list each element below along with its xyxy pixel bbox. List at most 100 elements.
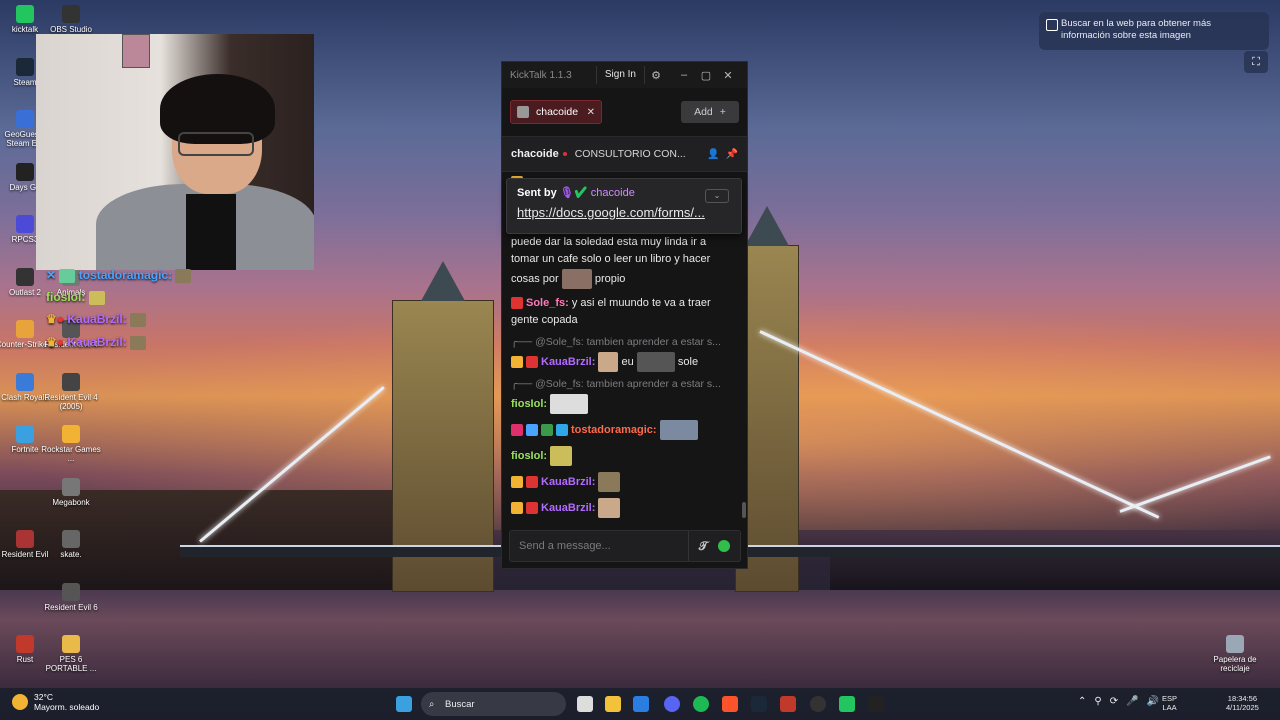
message-text: sole xyxy=(677,355,699,368)
app-icon xyxy=(62,425,80,443)
username[interactable]: KauaBrzil: xyxy=(541,501,595,513)
lang-layout: LAA xyxy=(1162,703,1177,712)
user-icon[interactable]: 👤 xyxy=(707,149,719,160)
maximize-button[interactable]: ▢ xyxy=(695,69,717,82)
mic-icon: 🎙 xyxy=(559,187,574,199)
overlay-chat-line: ✕ tostadoramagic: xyxy=(46,268,192,283)
temperature: 32°C xyxy=(34,692,53,702)
emote-picker-icon[interactable] xyxy=(718,540,730,552)
overlay-chat-line: ♛● KauaBrzil: xyxy=(46,312,147,327)
tab-close-icon[interactable]: ✕ xyxy=(587,107,595,118)
windows-start-icon[interactable] xyxy=(396,696,412,712)
channel-name[interactable]: chacoide xyxy=(511,148,559,160)
app-icon xyxy=(1226,635,1244,653)
taskbar-search[interactable]: ⌕ Buscar xyxy=(421,692,566,716)
brave-icon[interactable] xyxy=(722,696,738,712)
live-indicator-icon xyxy=(562,152,567,156)
badge-icon xyxy=(541,423,553,436)
pinned-user[interactable]: chacoide xyxy=(591,187,635,199)
pinned-message[interactable]: Sent by 🎙✔ chacoide https://docs.google.… xyxy=(506,178,742,234)
sent-by-label: Sent by xyxy=(517,187,557,199)
file-explorer-icon[interactable] xyxy=(605,696,621,712)
list-item: Sole_fs: y asi el muundo te va a traer g… xyxy=(502,293,747,334)
channel-tabs: chacoide ✕ Add + xyxy=(502,88,747,137)
tray-icons[interactable]: ⌃⚲⟳🎤🔊 xyxy=(1078,697,1167,707)
app-icon xyxy=(16,163,34,181)
app-icon xyxy=(16,58,34,76)
webcam-feed xyxy=(36,34,314,270)
sign-in-button[interactable]: Sign In xyxy=(595,66,645,84)
weather-widget[interactable]: 32°C Mayorm. soleado xyxy=(12,692,99,712)
sun-icon xyxy=(12,694,28,710)
username[interactable]: tostadoramagic: xyxy=(571,423,657,435)
desktop-icon[interactable]: Megabonk xyxy=(41,478,101,507)
username[interactable]: Sole_fs: xyxy=(526,297,569,309)
desktop-icon[interactable]: PES 6 PORTABLE ... xyxy=(41,635,101,673)
desktop-icon[interactable]: Papelera de reciclaje xyxy=(1205,635,1265,673)
lens-search-card[interactable]: Buscar en la web para obtener más inform… xyxy=(1039,12,1269,50)
lang-code: ESP xyxy=(1162,694,1178,703)
app-icon[interactable] xyxy=(780,696,796,712)
app-icon xyxy=(16,110,34,128)
pinned-link[interactable]: https://docs.google.com/forms/... xyxy=(517,205,731,220)
app-icon xyxy=(16,320,34,338)
emote xyxy=(636,351,675,372)
discord-icon[interactable] xyxy=(664,696,680,712)
badge-icon xyxy=(511,423,523,436)
capture-icon: ⛶ xyxy=(1252,55,1260,68)
app-title: KickTalk 1.1.3 xyxy=(510,69,572,81)
desktop-icon[interactable]: skate. xyxy=(41,530,101,559)
sword-badge-icon xyxy=(526,423,538,436)
username[interactable]: fiosIol: xyxy=(511,397,547,409)
reply-text: @Sole_fs: tambien aprender a estar s... xyxy=(535,377,721,390)
image-search-icon xyxy=(1046,19,1058,31)
pin-icon[interactable]: 📌 xyxy=(726,149,738,160)
language-indicator[interactable]: ESP LAA xyxy=(1162,694,1177,712)
epic-games-icon[interactable] xyxy=(868,696,884,712)
kicktalk-icon[interactable] xyxy=(839,696,855,712)
username[interactable]: fiosIol: xyxy=(511,449,547,461)
obs-icon[interactable] xyxy=(810,696,826,712)
steam-icon[interactable] xyxy=(751,696,767,712)
desktop-icon[interactable]: OBS Studio xyxy=(41,5,101,34)
chat-scrollbar[interactable] xyxy=(742,502,746,518)
search-icon: ⌕ xyxy=(429,698,435,710)
desktop-icon-label: skate. xyxy=(60,550,82,559)
lens-search-text: Buscar en la web para obtener más inform… xyxy=(1061,18,1211,41)
chevron-down-icon[interactable]: ⌄ xyxy=(705,189,729,203)
tab-chacoide[interactable]: chacoide ✕ xyxy=(510,100,602,124)
clock[interactable]: 18:34:56 4/11/2025 xyxy=(1226,694,1259,712)
settings-gear-icon[interactable]: ⚙ xyxy=(645,69,667,82)
desktop-icon[interactable]: Rockstar Games ... xyxy=(41,425,101,463)
channel-avatar xyxy=(517,106,529,118)
emote xyxy=(550,445,573,466)
add-channel-button[interactable]: Add + xyxy=(681,101,739,123)
desktop-icon-label: Papelera de reciclaje xyxy=(1213,655,1257,673)
task-view-icon[interactable] xyxy=(577,696,593,712)
message-input[interactable] xyxy=(510,539,688,553)
emote xyxy=(550,393,589,414)
subscriber-badge-icon xyxy=(511,296,523,309)
cube-badge-icon xyxy=(556,423,568,436)
desktop-icon[interactable]: Resident Evil 6 xyxy=(41,583,101,612)
app-icon xyxy=(16,373,34,391)
app-icon xyxy=(62,478,80,496)
stream-info-bar: chacoide CONSULTORIO CON... 👤 📌 xyxy=(502,137,747,172)
subscriber-badge-icon xyxy=(526,501,538,514)
desktop-icon-label: PES 6 PORTABLE ... xyxy=(45,655,97,673)
minimize-button[interactable]: – xyxy=(673,69,695,81)
reply-preview[interactable]: ╭── @Sole_fs: tambien aprender a estar s… xyxy=(502,376,747,392)
plus-icon: + xyxy=(719,106,726,118)
username[interactable]: KauaBrzil: xyxy=(541,475,595,487)
crown-badge-icon xyxy=(511,355,523,368)
lens-capture-button[interactable]: ⛶ xyxy=(1244,51,1268,73)
reply-text: @Sole_fs: tambien aprender a estar s... xyxy=(535,335,721,348)
bing-icon[interactable] xyxy=(633,696,649,712)
desktop-icon[interactable]: Resident Evil 4 (2005) xyxy=(41,373,101,411)
close-button[interactable]: ✕ xyxy=(717,69,739,82)
desktop-icon-label: Resident Evil 4 (2005) xyxy=(44,393,98,411)
translate-icon[interactable]: 𝒯 xyxy=(699,539,708,554)
spotify-icon[interactable] xyxy=(693,696,709,712)
username[interactable]: KauaBrzil: xyxy=(541,355,595,367)
reply-preview[interactable]: ╭── @Sole_fs: tambien aprender a estar s… xyxy=(502,334,747,350)
